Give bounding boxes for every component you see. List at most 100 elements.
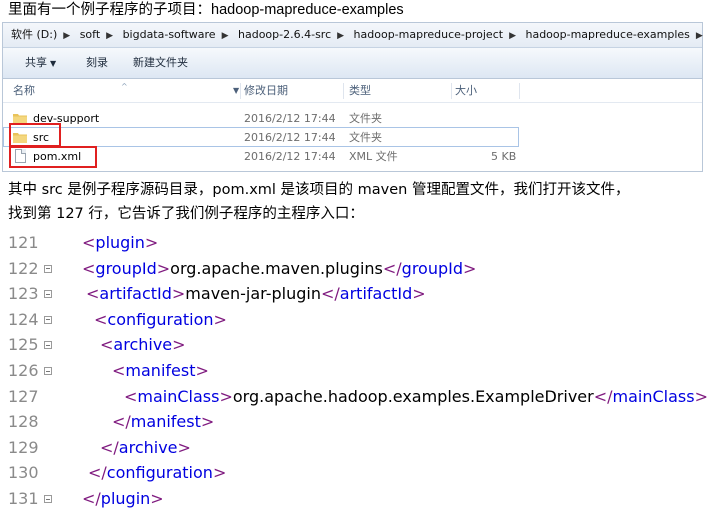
breadcrumb-drive[interactable]: 软件 (D:): [3, 23, 61, 47]
sort-up-icon: ^: [121, 82, 128, 91]
breadcrumb-hadoop-src[interactable]: hadoop-2.6.4-src: [234, 23, 335, 47]
xml-tag-name: archive: [118, 437, 178, 457]
file-type: 文件夹: [349, 131, 382, 144]
code-text: <manifest>: [112, 358, 209, 384]
share-button-label: 共享: [25, 56, 47, 69]
angle-bracket: <: [112, 412, 126, 432]
angle-bracket: >: [412, 284, 426, 304]
address-bar[interactable]: 软件 (D:) ▶ soft ▶ bigdata-software ▶ hadoop-…: [3, 23, 705, 48]
annotation-box-src: [9, 123, 61, 147]
file-type: XML 文件: [349, 150, 398, 163]
line-number: 127: [8, 386, 39, 406]
angle-bracket: >: [219, 386, 233, 406]
explorer-toolbar: 共享 ▼ 刻录 新建文件夹: [3, 48, 702, 79]
angle-bracket: >: [144, 233, 159, 252]
column-divider[interactable]: [343, 83, 344, 99]
file-explorer-window: 软件 (D:) ▶ soft ▶ bigdata-software ▶ hadoop-…: [2, 22, 703, 172]
xml-tag-name: groupId: [95, 258, 157, 278]
line-number: 130: [8, 463, 39, 483]
angle-bracket: </: [382, 258, 402, 278]
chevron-right-icon[interactable]: ▶: [335, 24, 346, 48]
line-number: 126: [8, 361, 39, 380]
chevron-right-icon[interactable]: ▶: [220, 24, 231, 48]
xml-tag-name: groupId: [401, 258, 464, 278]
chevron-right-icon[interactable]: ▶: [61, 24, 72, 48]
heading-prefix: 里面有一个例子程序的子项目：: [8, 2, 211, 18]
fold-toggle-icon[interactable]: [44, 341, 52, 350]
line-number: 122: [8, 258, 39, 278]
paragraph-line-1: 其中 src 是例子程序源码目录，pom.xml 是该项目的 maven 管理配…: [8, 182, 630, 198]
line-number: 121: [8, 233, 39, 252]
line-number: 131: [8, 489, 39, 508]
fold-toggle-icon[interactable]: [44, 495, 52, 503]
code-text: </plugin>: [82, 486, 164, 512]
code-text: <artifactId>maven-jar-plugin</artifactId…: [86, 281, 426, 307]
angle-bracket: >: [212, 463, 227, 483]
column-divider[interactable]: [240, 83, 241, 99]
share-button[interactable]: 共享 ▼: [25, 48, 56, 79]
fold-toggle-icon[interactable]: [44, 264, 52, 273]
chevron-right-icon[interactable]: ▶: [694, 24, 705, 48]
file-row-dev-support[interactable]: dev-support 2016/2/12 17:44 文件夹: [3, 109, 702, 128]
angle-bracket: >: [172, 335, 186, 355]
file-row-pom-xml[interactable]: pom.xml 2016/2/12 17:44 XML 文件 5 KB: [3, 147, 702, 166]
column-divider[interactable]: [451, 83, 452, 99]
xml-tag-name: mainClass: [137, 386, 220, 406]
line-number: 128: [8, 412, 39, 432]
angle-bracket: <: [100, 437, 114, 457]
column-name[interactable]: 名称: [13, 80, 35, 102]
angle-bracket: >: [200, 412, 215, 432]
angle-bracket: <: [82, 489, 96, 508]
chevron-right-icon[interactable]: ▶: [507, 24, 518, 48]
fold-toggle-icon[interactable]: [44, 367, 52, 375]
xml-tag-name: configuration: [107, 309, 214, 329]
xml-tag-name: plugin: [100, 489, 151, 508]
file-size: 5 KB: [491, 150, 517, 163]
angle-bracket: <: [100, 335, 114, 355]
code-text: <plugin>: [82, 230, 158, 256]
page-heading: 里面有一个例子程序的子项目：hadoop-mapreduce-examples: [8, 0, 404, 20]
line-number: 129: [8, 437, 39, 457]
line-number: 123: [8, 284, 39, 304]
xml-tag-name: artifactId: [99, 284, 172, 304]
angle-bracket: >: [150, 489, 164, 508]
angle-bracket: >: [156, 258, 171, 278]
angle-bracket: >: [463, 258, 477, 278]
xml-tag-name: configuration: [106, 463, 213, 483]
breadcrumb-mapreduce-project[interactable]: hadoop-mapreduce-project: [350, 23, 508, 47]
burn-button[interactable]: 刻录: [86, 48, 108, 78]
paragraph-line-2: 找到第 127 行，它告诉了我们例子程序的主程序入口：: [8, 206, 364, 222]
angle-bracket: >: [171, 284, 186, 304]
file-modified: 2016/2/12 17:44: [244, 150, 336, 163]
file-row-src[interactable]: src 2016/2/12 17:44 文件夹: [3, 128, 702, 147]
code-text: <archive>: [100, 332, 186, 358]
code-text: <mainClass>org.apache.hadoop.examples.Ex…: [124, 384, 708, 410]
breadcrumb-mapreduce-examples[interactable]: hadoop-mapreduce-examples: [521, 23, 693, 47]
xml-tag-name: archive: [113, 335, 173, 355]
angle-bracket: <: [82, 233, 96, 252]
angle-bracket: >: [177, 437, 191, 457]
new-folder-button[interactable]: 新建文件夹: [133, 48, 188, 78]
file-modified: 2016/2/12 17:44: [244, 131, 336, 144]
angle-bracket: <: [94, 309, 108, 329]
xml-tag-name: plugin: [95, 233, 145, 252]
file-type: 文件夹: [349, 112, 382, 125]
fold-toggle-icon[interactable]: [44, 290, 52, 299]
angle-bracket: <: [82, 258, 96, 278]
xml-tag-name: manifest: [125, 361, 196, 380]
column-divider[interactable]: [519, 83, 520, 99]
chevron-right-icon[interactable]: ▶: [104, 24, 115, 48]
chevron-down-icon[interactable]: ▼: [233, 80, 239, 102]
angle-bracket: >: [195, 361, 209, 380]
column-size[interactable]: 大小: [455, 80, 477, 102]
breadcrumb-bigdata-software[interactable]: bigdata-software: [119, 23, 220, 47]
code-text: </configuration>: [88, 460, 226, 486]
angle-bracket: </: [593, 386, 613, 406]
angle-bracket: >: [694, 386, 708, 406]
column-type[interactable]: 类型: [349, 80, 371, 102]
column-modified[interactable]: 修改日期: [244, 80, 288, 102]
file-modified: 2016/2/12 17:44: [244, 112, 336, 125]
xml-tag-name: artifactId: [339, 284, 413, 304]
fold-toggle-icon[interactable]: [44, 315, 52, 324]
breadcrumb-soft[interactable]: soft: [76, 23, 104, 47]
